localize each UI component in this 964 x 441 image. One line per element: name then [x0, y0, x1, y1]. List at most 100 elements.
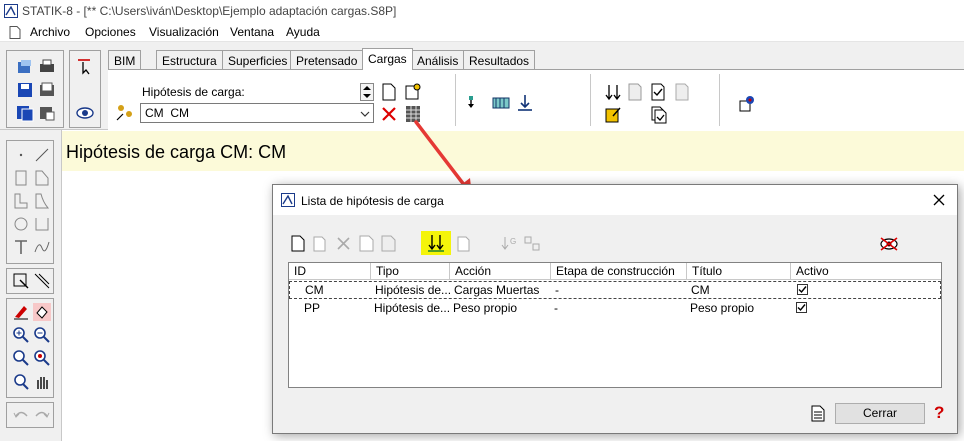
tab-resultados[interactable]: Resultados — [463, 50, 536, 70]
redo-icon[interactable] — [33, 406, 51, 424]
cell-tipo: Hipótesis de... — [374, 301, 449, 315]
print-preview-icon[interactable] — [38, 81, 56, 99]
menu-opciones[interactable]: Opciones — [85, 25, 136, 39]
zoom-window-icon[interactable] — [12, 349, 30, 367]
zoom-extents-icon[interactable] — [33, 349, 51, 367]
close-button[interactable]: Cerrar — [835, 403, 925, 424]
point-load-icon[interactable] — [516, 94, 534, 112]
toolbar-separator — [590, 74, 591, 126]
text-icon[interactable] — [12, 238, 30, 256]
sort-icon — [428, 235, 444, 252]
zoom-out-icon[interactable] — [33, 326, 51, 344]
multi-check-icon[interactable] — [650, 106, 668, 124]
export-document-icon[interactable] — [674, 83, 690, 101]
regroup-icon[interactable] — [523, 235, 542, 252]
tab-analisis[interactable]: Análisis — [411, 50, 465, 70]
paste-icon[interactable] — [404, 83, 422, 101]
select-box-icon[interactable] — [12, 272, 30, 290]
tab-cargas[interactable]: Cargas — [362, 48, 413, 70]
cell-accion: Cargas Muertas — [454, 283, 540, 297]
select-toolbar — [69, 50, 101, 128]
l-shape-icon[interactable] — [12, 192, 30, 210]
sort-button[interactable] — [421, 231, 451, 255]
list-document-icon[interactable] — [381, 235, 396, 252]
point-icon[interactable] — [12, 146, 30, 164]
delete-x-icon[interactable] — [381, 106, 397, 122]
menu-ventana[interactable]: Ventana — [230, 25, 274, 39]
menu-bar: Archivo Opciones Visualización Ventana A… — [0, 22, 964, 42]
generate-combinations-icon[interactable]: G — [501, 235, 520, 252]
select-cross-icon[interactable] — [33, 272, 51, 290]
menu-visualizacion[interactable]: Visualización — [149, 25, 219, 39]
edit-document-icon[interactable] — [604, 106, 622, 124]
no-visibility-icon[interactable] — [879, 236, 899, 252]
open-file-icon[interactable] — [16, 58, 34, 76]
delete-x-icon[interactable] — [336, 236, 351, 251]
table-row[interactable]: PP Hipótesis de... Peso propio - Peso pr… — [289, 299, 941, 317]
menu-archivo[interactable]: Archivo — [30, 25, 70, 39]
view-tools-group — [6, 298, 54, 398]
export-icon[interactable] — [38, 104, 56, 122]
menu-ayuda[interactable]: Ayuda — [286, 25, 320, 39]
app-icon — [281, 193, 295, 207]
table-row[interactable]: CM Hipótesis de... Cargas Muertas - CM — [289, 281, 941, 299]
svg-text:G: G — [510, 237, 516, 246]
column-header-activo[interactable]: Activo — [791, 263, 941, 280]
load-hypothesis-select[interactable]: CM CM — [140, 103, 374, 123]
drawing-toolbar — [0, 130, 62, 441]
column-header-titulo[interactable]: Título — [687, 263, 791, 280]
settings-icon[interactable] — [738, 95, 756, 113]
cell-titulo: CM — [691, 283, 710, 297]
freehand-icon[interactable] — [33, 238, 51, 256]
eye-icon[interactable] — [76, 104, 94, 122]
paint-bucket-icon[interactable] — [33, 303, 51, 321]
tab-pretensado[interactable]: Pretensado — [290, 50, 364, 70]
help-icon[interactable]: ? — [934, 403, 944, 423]
window-titlebar: STATIK-8 - [** C:\Users\iván\Desktop\Eje… — [0, 0, 964, 22]
circle-icon[interactable] — [12, 215, 30, 233]
zoom-previous-icon[interactable] — [12, 373, 30, 391]
column-header-id[interactable]: ID — [289, 263, 371, 280]
dialog-title: Lista de hipótesis de carga — [301, 194, 444, 208]
cell-tipo: Hipótesis de... — [375, 283, 450, 297]
active-checkbox[interactable] — [797, 284, 808, 295]
tab-superficies[interactable]: Superficies — [222, 50, 294, 70]
zoom-in-icon[interactable] — [12, 326, 30, 344]
column-header-etapa[interactable]: Etapa de construcción — [551, 263, 687, 280]
distributed-load-icon[interactable] — [491, 94, 511, 112]
print-icon[interactable] — [38, 58, 56, 76]
new-document-icon[interactable] — [381, 83, 397, 101]
column-header-tipo[interactable]: Tipo — [371, 263, 450, 280]
active-checkbox[interactable] — [796, 302, 807, 313]
load-group-icon[interactable] — [115, 102, 137, 122]
undo-icon[interactable] — [12, 406, 30, 424]
line-icon[interactable] — [33, 146, 51, 164]
spin-updown-icon[interactable] — [360, 83, 374, 101]
save-icon[interactable] — [16, 81, 34, 99]
list-document-icon[interactable] — [627, 83, 643, 101]
polygon-icon[interactable] — [33, 169, 51, 187]
new-document-icon[interactable] — [291, 235, 305, 252]
load-vector-icon[interactable] — [467, 94, 485, 112]
paste-icon[interactable] — [312, 235, 329, 252]
excel-document-icon[interactable] — [359, 235, 374, 252]
cell-etapa: - — [555, 283, 559, 297]
cursor-select-icon[interactable] — [76, 57, 94, 75]
save-as-icon[interactable] — [16, 104, 34, 122]
column-header-accion[interactable]: Acción — [450, 263, 551, 280]
sort-icon[interactable] — [604, 83, 622, 101]
tab-bim[interactable]: BIM — [108, 50, 142, 70]
tab-estructura[interactable]: Estructura — [156, 50, 223, 70]
report-icon[interactable] — [811, 405, 825, 422]
check-document-icon[interactable] — [650, 83, 666, 101]
cell-id: CM — [305, 283, 324, 297]
undo-redo-group — [6, 402, 54, 428]
curve-shape-icon[interactable] — [33, 192, 51, 210]
u-shape-icon[interactable] — [33, 215, 51, 233]
close-icon[interactable] — [933, 194, 945, 206]
select-tools-group — [6, 268, 54, 294]
copy-hypothesis-icon[interactable] — [456, 235, 473, 252]
pan-hand-icon[interactable] — [33, 373, 51, 391]
rectangle-icon[interactable] — [12, 169, 30, 187]
eraser-icon[interactable] — [12, 303, 30, 321]
